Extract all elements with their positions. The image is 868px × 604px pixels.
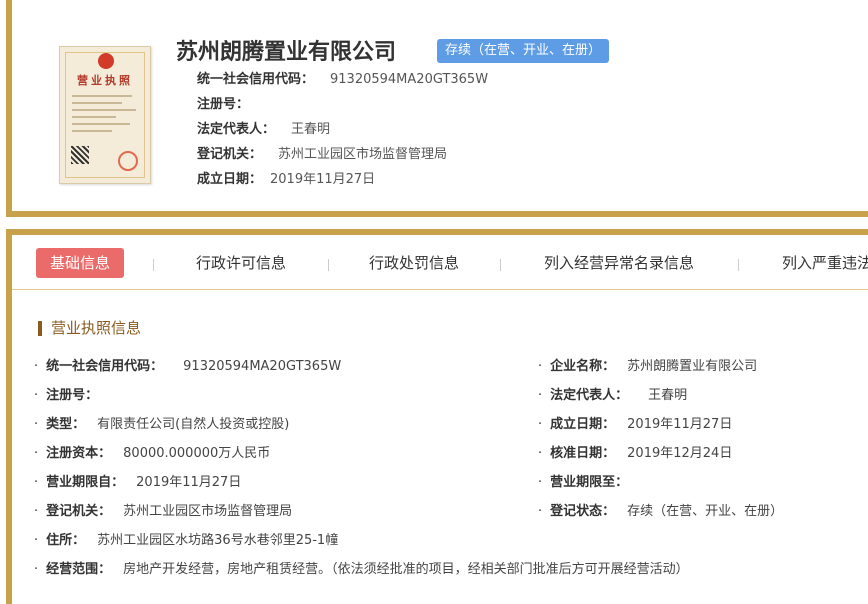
license-caption: 营业执照	[77, 74, 133, 87]
detail-label: 成立日期：	[550, 417, 616, 432]
detail-row: · 成立日期： 2019年11月27日	[538, 416, 732, 434]
detail-row: · 统一社会信用代码： 91320594MA20GT365W	[34, 358, 341, 376]
license-text-line	[72, 102, 122, 104]
detail-value: 苏州工业园区水坊路36号水巷邻里25-1幢	[97, 533, 339, 548]
tab-bar: 基础信息 行政许可信息 行政处罚信息 列入经营异常名录信息 列入严重违法	[12, 235, 868, 290]
detail-value: 2019年11月27日	[136, 475, 242, 490]
bullet: ·	[538, 475, 543, 490]
license-text-line	[72, 109, 136, 111]
authority-label: 登记机关：	[197, 147, 263, 162]
bullet: ·	[34, 446, 39, 461]
tab-divider	[328, 259, 329, 271]
reg-no-row: 注册号：	[197, 96, 265, 114]
detail-row: · 住所： 苏州工业园区水坊路36号水巷邻里25-1幢	[34, 532, 338, 550]
official-seal-icon	[118, 151, 138, 171]
tab-serious-violation[interactable]: 列入严重违法	[782, 248, 868, 278]
detail-row: · 登记机关： 苏州工业园区市场监督管理局	[34, 503, 292, 521]
tab-abnormal-operation[interactable]: 列入经营异常名录信息	[544, 248, 694, 278]
detail-label: 法定代表人：	[550, 388, 629, 403]
authority-value: 苏州工业园区市场监督管理局	[278, 147, 448, 162]
business-license-thumbnail[interactable]: 营业执照	[59, 46, 151, 184]
license-text-line	[72, 116, 116, 118]
detail-label: 核准日期：	[550, 446, 616, 461]
detail-value: 有限责任公司(自然人投资或控股)	[97, 417, 290, 432]
bullet: ·	[34, 417, 39, 432]
detail-value: 王春明	[648, 388, 688, 403]
detail-row: · 注册资本： 80000.000000万人民币	[34, 445, 270, 463]
detail-row: · 类型： 有限责任公司(自然人投资或控股)	[34, 416, 289, 434]
bullet: ·	[538, 359, 543, 374]
detail-label: 登记状态：	[550, 504, 616, 519]
detail-row: · 营业期限至：	[538, 474, 640, 492]
details-card: 基础信息 行政许可信息 行政处罚信息 列入经营异常名录信息 列入严重违法 营业执…	[6, 229, 868, 604]
authority-row: 登记机关： 苏州工业园区市场监督管理局	[197, 146, 447, 164]
detail-label: 登记机关：	[46, 504, 112, 519]
detail-row: · 核准日期： 2019年12月24日	[538, 445, 732, 463]
founded-row: 成立日期： 2019年11月27日	[197, 171, 375, 189]
detail-value: 苏州工业园区市场监督管理局	[123, 504, 293, 519]
bullet: ·	[538, 417, 543, 432]
detail-row: · 注册号：	[34, 387, 110, 405]
bullet: ·	[34, 504, 39, 519]
detail-row: · 营业期限自： 2019年11月27日	[34, 474, 241, 492]
bullet: ·	[34, 475, 39, 490]
bullet: ·	[538, 388, 543, 403]
status-badge: 存续（在营、开业、在册）	[437, 39, 610, 63]
detail-value: 房地产开发经营，房地产租赁经营。（依法须经批准的项目，经相关部门批准后方可开展经…	[123, 562, 689, 577]
detail-row: · 法定代表人： 王春明	[538, 387, 687, 405]
bullet: ·	[34, 359, 39, 374]
detail-row: · 企业名称： 苏州朗腾置业有限公司	[538, 358, 757, 376]
detail-value: 存续（在营、开业、在册）	[627, 504, 784, 519]
legal-rep-row: 法定代表人： 王春明	[197, 121, 330, 139]
legal-rep-value: 王春明	[291, 122, 331, 137]
detail-label: 经营范围：	[46, 562, 112, 577]
license-text-line	[72, 130, 112, 132]
detail-label: 统一社会信用代码：	[46, 359, 164, 374]
tab-admin-license[interactable]: 行政许可信息	[196, 248, 286, 278]
founded-label: 成立日期：	[197, 172, 263, 187]
section-title: 营业执照信息	[38, 321, 141, 336]
tab-admin-penalty[interactable]: 行政处罚信息	[369, 248, 459, 278]
detail-label: 营业期限至：	[550, 475, 629, 490]
bullet: ·	[34, 533, 39, 548]
license-text-line	[72, 123, 130, 125]
detail-label: 注册资本：	[46, 446, 112, 461]
company-name: 苏州朗腾置业有限公司	[176, 40, 397, 65]
bullet: ·	[34, 562, 39, 577]
detail-value: 91320594MA20GT365W	[183, 359, 342, 374]
detail-value: 苏州朗腾置业有限公司	[627, 359, 758, 374]
detail-label: 注册号：	[46, 388, 99, 403]
tab-basic-info[interactable]: 基础信息	[36, 248, 125, 278]
reg-no-label: 注册号：	[197, 97, 250, 112]
legal-rep-label: 法定代表人：	[197, 122, 276, 137]
detail-label: 住所：	[46, 533, 86, 548]
tab-divider	[153, 259, 154, 271]
company-header-card: 营业执照 苏州朗腾置业有限公司 存续（在营、开业、在册） 统一社会信用代码： 91…	[6, 0, 868, 217]
detail-label: 营业期限自：	[46, 475, 125, 490]
credit-code-value: 91320594MA20GT365W	[330, 72, 489, 87]
credit-code-row: 统一社会信用代码： 91320594MA20GT365W	[197, 71, 488, 89]
bullet: ·	[538, 504, 543, 519]
tab-divider	[500, 259, 501, 271]
license-text-line	[72, 95, 132, 97]
detail-label: 企业名称：	[550, 359, 616, 374]
detail-row: · 经营范围： 房地产开发经营，房地产租赁经营。（依法须经批准的项目，经相关部门批准…	[34, 561, 689, 579]
national-emblem-icon	[98, 53, 114, 69]
detail-value: 80000.000000万人民币	[123, 446, 271, 461]
bullet: ·	[34, 388, 39, 403]
detail-label: 类型：	[46, 417, 86, 432]
bullet: ·	[538, 446, 543, 461]
tab-divider	[738, 259, 739, 271]
qr-code-icon	[71, 146, 89, 164]
detail-row: · 登记状态： 存续（在营、开业、在册）	[538, 503, 783, 521]
detail-value: 2019年12月24日	[627, 446, 733, 461]
detail-value: 2019年11月27日	[627, 417, 733, 432]
credit-code-label: 统一社会信用代码：	[197, 72, 315, 87]
founded-value: 2019年11月27日	[270, 172, 376, 187]
